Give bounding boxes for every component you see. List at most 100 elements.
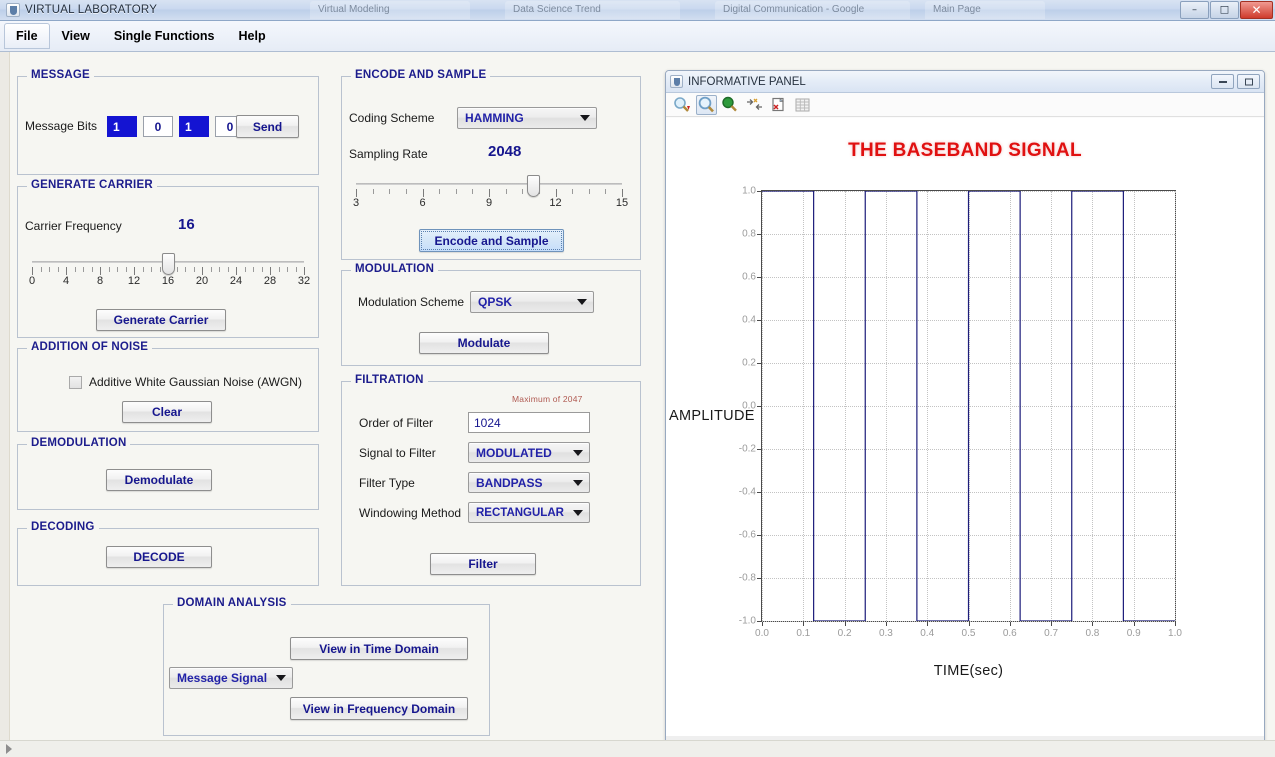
windowing-method-label: Windowing Method <box>359 506 461 520</box>
send-button[interactable]: Send <box>236 115 299 138</box>
informative-panel-minimize-button[interactable] <box>1211 74 1234 89</box>
slider-track[interactable] <box>356 183 622 185</box>
chart-y-tick-label: 0.6 <box>742 272 756 283</box>
windowing-method-value: RECTANGULAR <box>476 507 564 519</box>
slider-tick-label: 28 <box>264 275 276 287</box>
slider-tick <box>439 189 440 194</box>
application-window: Virtual Modeling Data Science Trend Digi… <box>0 0 1275 757</box>
slider-thumb[interactable] <box>162 253 175 275</box>
minimize-icon <box>1219 81 1227 83</box>
filter-button[interactable]: Filter <box>430 553 536 575</box>
chevron-down-icon <box>577 299 587 305</box>
menu-item-file[interactable]: File <box>4 23 50 49</box>
domain-signal-value: Message Signal <box>177 671 267 685</box>
chart-toolbar <box>666 93 1264 117</box>
chart-y-tick-label: 0.8 <box>742 229 756 240</box>
generate-carrier-button[interactable]: Generate Carrier <box>96 309 226 331</box>
chart-x-tick-label: 0.4 <box>920 628 934 639</box>
demodulate-button[interactable]: Demodulate <box>106 469 212 491</box>
awgn-checkbox-row[interactable]: Additive White Gaussian Noise (AWGN) <box>69 375 302 389</box>
window-title: VIRTUAL LABORATORY <box>25 4 157 16</box>
slider-tick <box>211 267 212 272</box>
view-in-frequency-domain-button[interactable]: View in Frequency Domain <box>290 697 468 720</box>
background-tab-1: Virtual Modeling <box>310 1 470 19</box>
coding-scheme-select[interactable]: HAMMING <box>457 107 597 129</box>
slider-tick <box>75 267 76 272</box>
sampling-rate-slider[interactable]: 3691215 <box>356 175 622 223</box>
slider-tick-label: 16 <box>162 275 174 287</box>
slider-tick <box>356 189 357 197</box>
minimize-button[interactable]: – <box>1180 1 1209 19</box>
zoom-in-icon[interactable] <box>672 95 693 115</box>
slider-tick <box>32 267 33 275</box>
encode-panel-legend: ENCODE AND SAMPLE <box>351 69 490 81</box>
modulate-button[interactable]: Modulate <box>419 332 549 354</box>
chart-y-tickmark <box>757 621 762 622</box>
resize-handle-icon[interactable] <box>6 744 12 754</box>
slider-tick-label: 8 <box>97 275 103 287</box>
slider-tick <box>262 267 263 272</box>
slider-tick <box>126 267 127 272</box>
encode-and-sample-button[interactable]: Encode and Sample <box>419 229 564 252</box>
chart-y-tick-label: -0.6 <box>739 530 756 541</box>
zoom-out-icon[interactable] <box>720 95 741 115</box>
chart-y-tick-label: -0.4 <box>739 487 756 498</box>
slider-tick <box>160 267 161 272</box>
close-button[interactable]: ✕ <box>1240 1 1273 19</box>
awgn-checkbox[interactable] <box>69 376 82 389</box>
clear-axes-icon[interactable] <box>768 95 789 115</box>
modulation-scheme-select[interactable]: QPSK <box>470 291 594 313</box>
slider-tick-label: 12 <box>549 197 561 209</box>
slider-tick <box>253 267 254 272</box>
slider-tick <box>185 267 186 272</box>
chart-y-tick-label: 0.4 <box>742 315 756 326</box>
domain-signal-select[interactable]: Message Signal <box>169 667 293 689</box>
slider-tick <box>605 189 606 194</box>
filter-type-select[interactable]: BANDPASS <box>468 472 590 493</box>
slider-tick <box>109 267 110 272</box>
fit-horizontal-icon[interactable] <box>744 95 765 115</box>
chart-plot-area[interactable]: 0.00.10.20.30.40.50.60.70.80.91.01.00.80… <box>761 190 1176 622</box>
slider-tick <box>589 189 590 194</box>
slider-tick-label: 6 <box>419 197 425 209</box>
slider-tick <box>489 189 490 197</box>
menu-item-help[interactable]: Help <box>227 23 278 49</box>
informative-panel-title: INFORMATIVE PANEL <box>688 76 806 88</box>
informative-panel-maximize-button[interactable] <box>1237 74 1260 89</box>
order-of-filter-input[interactable]: 1024 <box>468 412 590 433</box>
informative-panel-titlebar: INFORMATIVE PANEL <box>666 71 1264 93</box>
menu-item-single-functions[interactable]: Single Functions <box>102 23 227 49</box>
slider-tick <box>270 267 271 275</box>
maximize-button[interactable]: □ <box>1210 1 1239 19</box>
chevron-down-icon <box>573 510 583 516</box>
clear-button[interactable]: Clear <box>122 401 212 423</box>
view-in-time-domain-button[interactable]: View in Time Domain <box>290 637 468 660</box>
window-controls: – □ ✕ <box>1180 1 1273 19</box>
grid-icon[interactable] <box>792 95 813 115</box>
menu-item-view[interactable]: View <box>50 23 102 49</box>
coding-scheme-label: Coding Scheme <box>349 111 434 125</box>
signal-to-filter-value: MODULATED <box>476 446 552 460</box>
slider-thumb[interactable] <box>527 175 540 197</box>
message-bit-1[interactable]: 0 <box>143 116 173 137</box>
carrier-frequency-slider[interactable]: 048121620242832 <box>32 253 304 303</box>
message-bit-0[interactable]: 1 <box>107 116 137 137</box>
filtration-panel: FILTRATION Maximum of 2047 Order of Filt… <box>341 381 641 586</box>
decode-button[interactable]: DECODE <box>106 546 212 568</box>
message-bit-2[interactable]: 1 <box>179 116 209 137</box>
maximize-icon: □ <box>1220 5 1229 16</box>
signal-to-filter-select[interactable]: MODULATED <box>468 442 590 463</box>
chart-x-axis-label: TIME(sec) <box>761 663 1176 679</box>
slider-tick <box>472 189 473 194</box>
slider-tick-label: 20 <box>196 275 208 287</box>
zoom-select-icon[interactable] <box>696 95 717 115</box>
filter-type-label: Filter Type <box>359 476 415 490</box>
menu-bar: File View Single Functions Help <box>0 21 1275 52</box>
chart-series-line <box>762 191 1175 621</box>
slider-tick <box>83 267 84 272</box>
chart-y-tick-label: 0.2 <box>742 358 756 369</box>
slider-tick <box>389 189 390 194</box>
chevron-down-icon <box>573 450 583 456</box>
filtration-legend: FILTRATION <box>351 374 428 386</box>
windowing-method-select[interactable]: RECTANGULAR <box>468 502 590 523</box>
